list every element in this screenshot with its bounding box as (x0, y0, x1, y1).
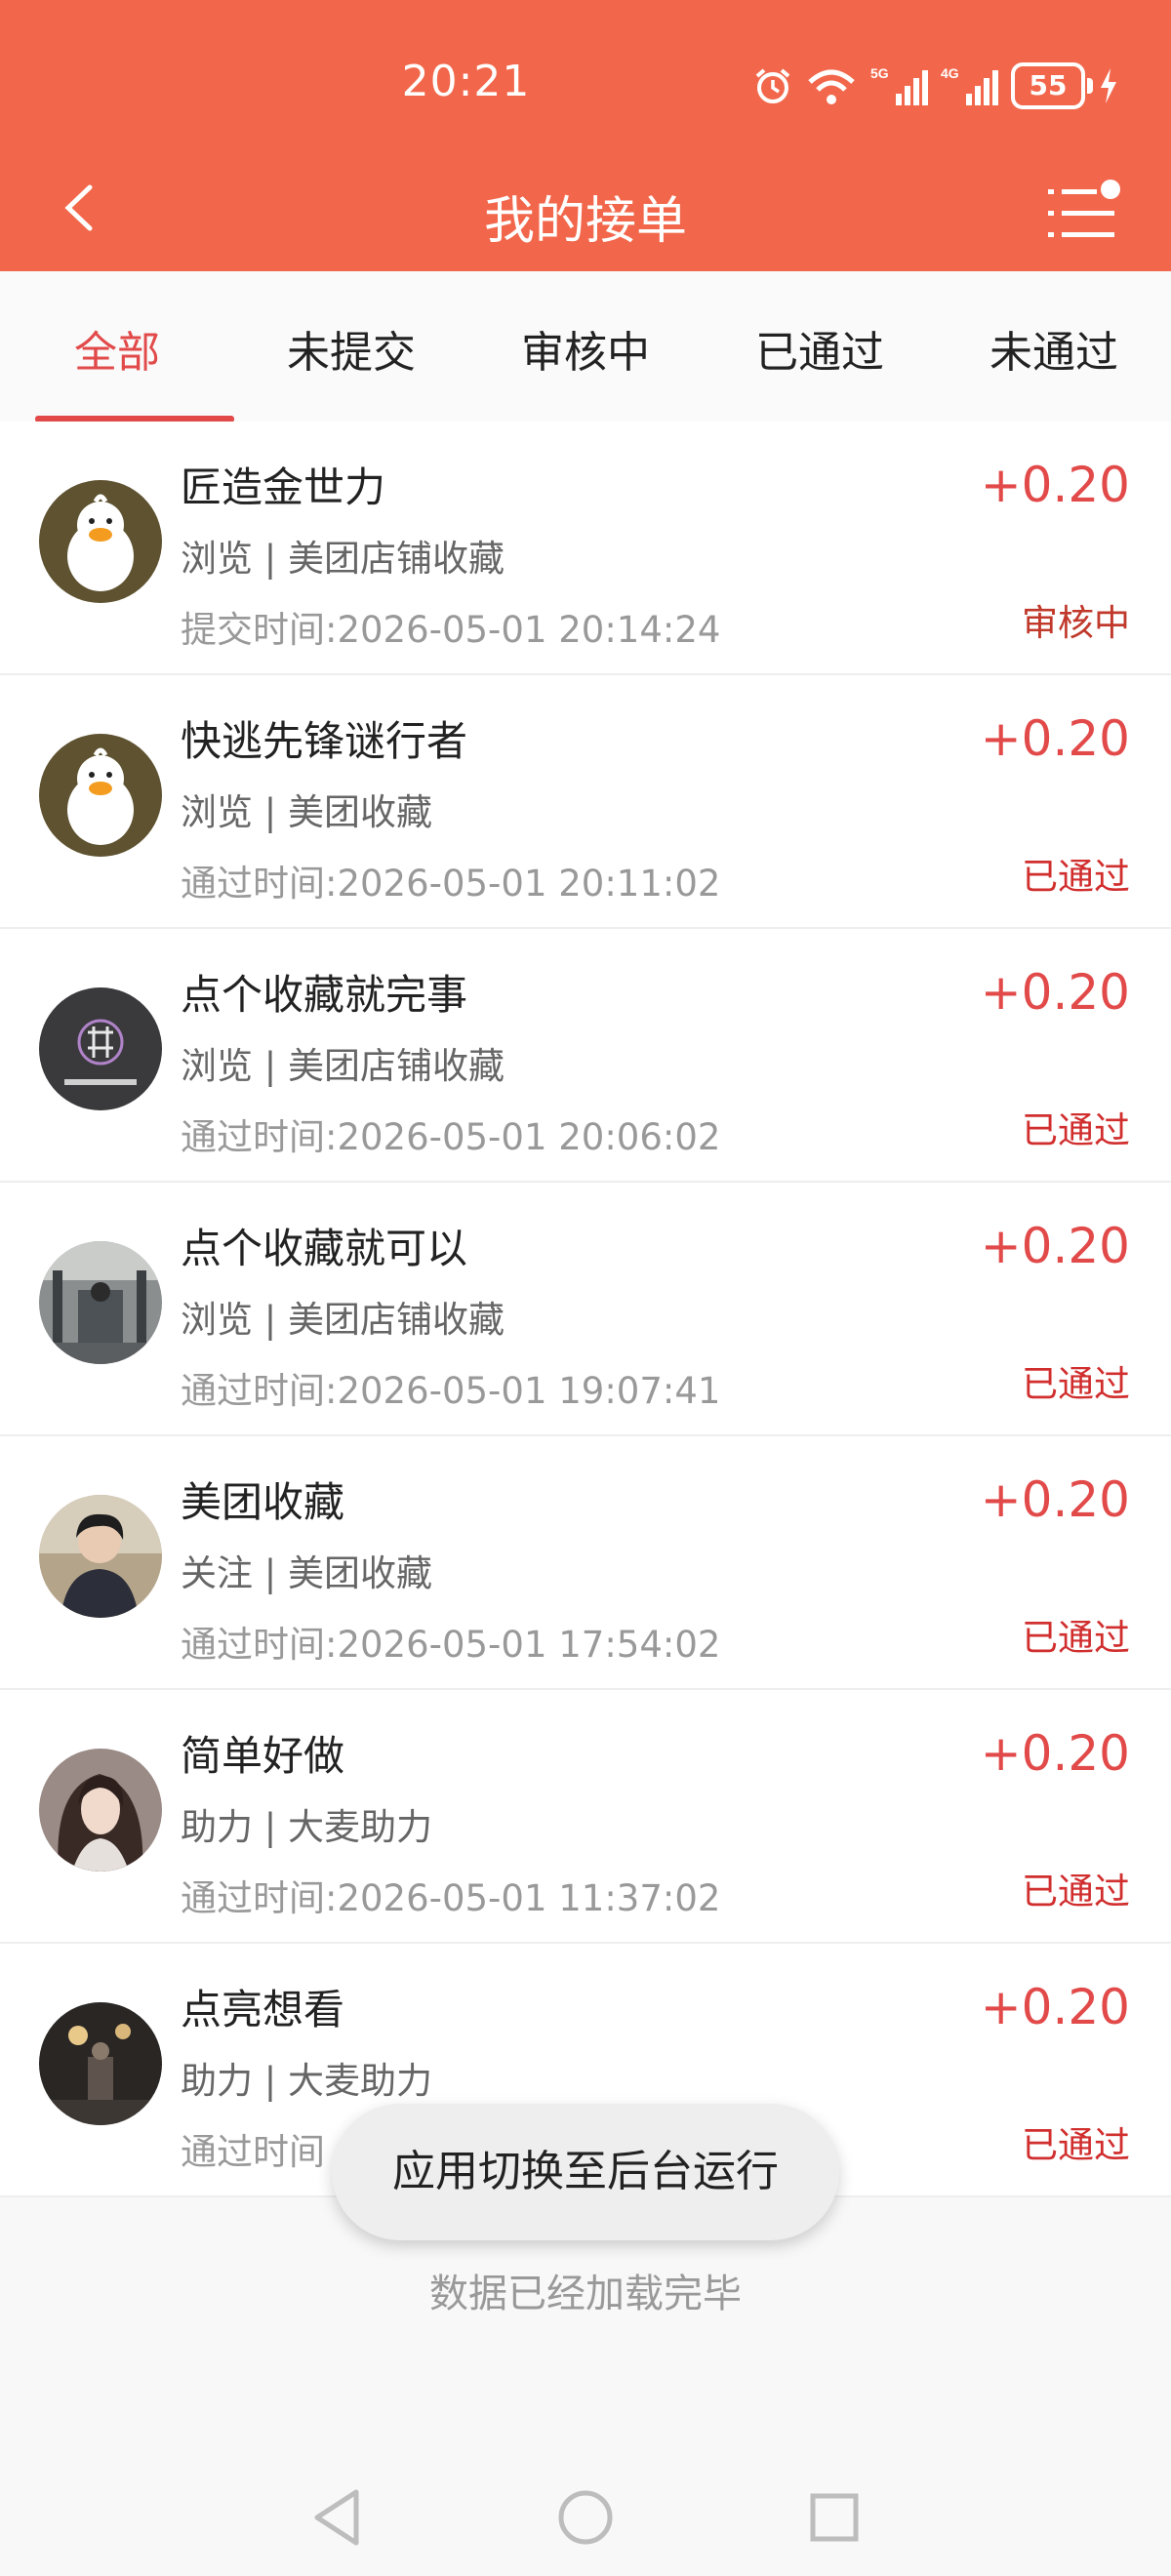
person-photo-avatar-icon (39, 1495, 162, 1618)
item-title: 点个收藏就完事 (181, 971, 468, 1019)
tab-all[interactable]: 全部 (0, 271, 234, 423)
avatar (39, 1495, 162, 1618)
item-amount: +0.20 (980, 710, 1130, 767)
item-time: 通过时间:2026-05-01 20:11:02 (181, 863, 721, 905)
avatar (39, 2002, 162, 2125)
avatar (39, 987, 162, 1110)
system-recents-icon[interactable] (795, 2478, 873, 2556)
tab-unsubmitted[interactable]: 未提交 (234, 271, 468, 422)
list-menu-icon[interactable] (1048, 176, 1120, 244)
status-badge: 已通过 (1022, 856, 1130, 898)
system-home-icon[interactable] (546, 2478, 625, 2556)
item-amount: +0.20 (980, 457, 1130, 513)
item-category: 浏览 | 美团店铺收藏 (181, 1045, 505, 1087)
svg-text:4G: 4G (941, 65, 959, 81)
item-time: 提交时间:2026-05-01 20:14:24 (181, 609, 721, 651)
shop-logo-avatar-icon (39, 987, 162, 1110)
item-category: 助力 | 大麦助力 (181, 2060, 432, 2102)
item-title: 点亮想看 (181, 1986, 345, 2033)
battery-level: 55 (1011, 62, 1093, 109)
tab-rejected[interactable]: 未通过 (937, 271, 1171, 422)
duck-avatar-icon (39, 480, 162, 603)
status-badge: 已通过 (1022, 1617, 1130, 1659)
status-badge: 已通过 (1022, 1871, 1130, 1912)
item-time: 通过时间:2026-05-01 20:06:02 (181, 1116, 721, 1158)
list-item[interactable]: 美团收藏 关注 | 美团收藏 通过时间:2026-05-01 17:54:02 … (0, 1436, 1171, 1690)
alarm-icon (755, 68, 790, 103)
item-title: 简单好做 (181, 1732, 345, 1780)
page-title: 我的接单 (483, 192, 687, 251)
charging-icon (1101, 68, 1116, 103)
signal-5g-icon: 5G (870, 65, 928, 105)
item-time: 通过时间:2026-05-01 11:37:02 (181, 1877, 721, 1919)
item-time: 通过时间 (181, 2131, 325, 2173)
item-category: 浏览 | 美团店铺收藏 (181, 1299, 505, 1341)
item-amount: +0.20 (980, 1218, 1130, 1274)
item-title: 美团收藏 (181, 1478, 345, 1526)
filter-tabs: 全部 未提交 审核中 已通过 未通过 (0, 271, 1171, 423)
item-title: 匠造金世力 (181, 463, 386, 511)
wifi-icon (808, 69, 855, 104)
item-title: 点个收藏就可以 (181, 1225, 468, 1272)
status-icons: 5G 4G 55 (753, 62, 1120, 109)
item-category: 助力 | 大麦助力 (181, 1806, 432, 1848)
gym-photo-avatar-icon (39, 1241, 162, 1364)
item-time: 通过时间:2026-05-01 19:07:41 (181, 1370, 721, 1412)
list-item[interactable]: 快逃先锋谜行者 浏览 | 美团收藏 通过时间:2026-05-01 20:11:… (0, 675, 1171, 929)
item-category: 浏览 | 美团收藏 (181, 791, 432, 833)
load-complete-text: 数据已经加载完毕 (429, 2272, 742, 2316)
list-item[interactable]: 点个收藏就可以 浏览 | 美团店铺收藏 通过时间:2026-05-01 19:0… (0, 1183, 1171, 1436)
item-time: 通过时间:2026-05-01 17:54:02 (181, 1624, 721, 1666)
item-category: 关注 | 美团收藏 (181, 1552, 432, 1594)
list-item[interactable]: 点个收藏就完事 浏览 | 美团店铺收藏 通过时间:2026-05-01 20:0… (0, 929, 1171, 1183)
list-item[interactable]: 简单好做 助力 | 大麦助力 通过时间:2026-05-01 11:37:02 … (0, 1690, 1171, 1944)
status-badge: 已通过 (1022, 1363, 1130, 1405)
avatar (39, 734, 162, 857)
item-category: 浏览 | 美团店铺收藏 (181, 538, 505, 580)
duck-avatar-icon (39, 734, 162, 857)
list-item[interactable]: 匠造金世力 浏览 | 美团店铺收藏 提交时间:2026-05-01 20:14:… (0, 422, 1171, 675)
woman-photo-avatar-icon (39, 1749, 162, 1872)
app-header: 20:21 5G 4G 55 我的接单 (0, 0, 1171, 271)
avatar (39, 1241, 162, 1364)
status-badge: 已通过 (1022, 2124, 1130, 2166)
tab-reviewing[interactable]: 审核中 (468, 271, 703, 422)
order-list: 匠造金世力 浏览 | 美团店铺收藏 提交时间:2026-05-01 20:14:… (0, 422, 1171, 2197)
item-amount: +0.20 (980, 964, 1130, 1021)
svg-text:5G: 5G (870, 65, 889, 81)
tab-approved[interactable]: 已通过 (703, 271, 937, 422)
item-amount: +0.20 (980, 1471, 1130, 1528)
concert-photo-avatar-icon (39, 2002, 162, 2125)
item-amount: +0.20 (980, 1725, 1130, 1782)
system-back-icon[interactable] (298, 2478, 376, 2556)
status-badge: 审核中 (1022, 602, 1130, 644)
item-title: 快逃先锋谜行者 (181, 717, 468, 765)
avatar (39, 480, 162, 603)
toast-message: 应用切换至后台运行 (332, 2104, 839, 2240)
signal-4g-icon: 4G (941, 65, 998, 105)
status-badge: 已通过 (1022, 1109, 1130, 1151)
avatar (39, 1749, 162, 1872)
item-amount: +0.20 (980, 1979, 1130, 2035)
